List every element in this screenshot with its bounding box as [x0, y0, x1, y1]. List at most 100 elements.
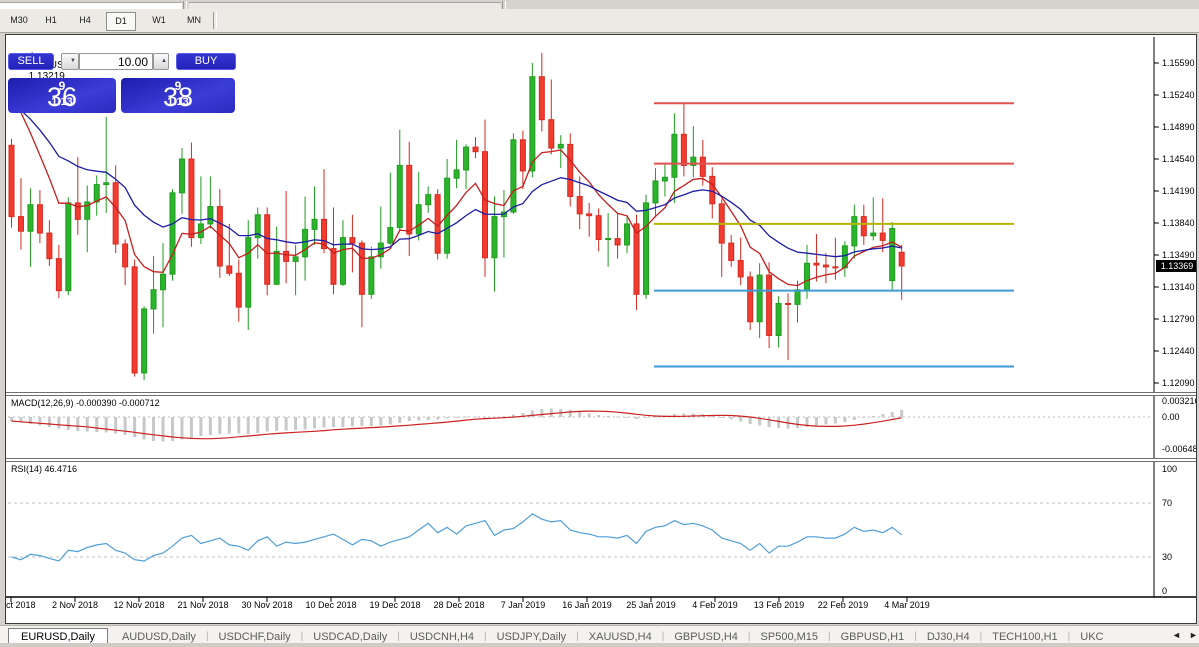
symbol-tab-gbpusd[interactable]: GBPUSD,H4: [664, 631, 748, 643]
symbol-tab-sp500[interactable]: SP500,M15: [751, 631, 828, 643]
toolbar-inset: [0, 2, 182, 9]
candle-down: [226, 265, 233, 274]
candle-up: [557, 143, 564, 149]
macd-histogram-bar: [189, 417, 193, 438]
macd-axis-label: 0.00: [1162, 412, 1180, 422]
macd-axis-label: -0.006485: [1162, 444, 1196, 455]
rsi-axis-label: 100: [1162, 464, 1178, 474]
timeframe-button-h1[interactable]: H1: [40, 12, 62, 29]
macd-histogram-bar: [587, 413, 591, 417]
symbol-tab-ukc[interactable]: UKC: [1070, 631, 1113, 643]
macd-histogram-bar: [85, 417, 89, 432]
candle-up: [652, 180, 659, 204]
buy-price-panel[interactable]: 1.13 38 9: [121, 78, 235, 113]
macd-histogram-bar: [900, 410, 904, 417]
macd-histogram-bar: [322, 417, 326, 428]
macd-histogram-bar: [142, 417, 146, 440]
timeframe-button-mn[interactable]: MN: [182, 12, 206, 29]
symbol-tab-usdcnh[interactable]: USDCNH,H4: [400, 631, 484, 643]
candle-down: [538, 76, 545, 121]
symbol-tab-tech100[interactable]: TECH100,H1: [982, 631, 1067, 643]
candle-up: [803, 262, 810, 291]
candle-down: [122, 243, 129, 268]
macd-histogram-bar: [881, 414, 885, 417]
price-chart[interactable]: [6, 35, 1196, 623]
tabs-scroll-right-icon[interactable]: ►: [1189, 630, 1198, 640]
sell-button[interactable]: SELL: [8, 53, 54, 70]
macd-histogram-bar: [635, 417, 639, 419]
toolbar-separator: [183, 1, 187, 9]
timeframe-button-h4[interactable]: H4: [74, 12, 96, 29]
timeframe-button-m30[interactable]: M30: [4, 12, 34, 29]
candle-up: [889, 227, 896, 282]
symbol-tab-xauusd[interactable]: XAUUSD,H4: [579, 631, 662, 643]
one-click-trading-widget: SELL ▼ ▲ BUY 1.13369 1.13389: [8, 53, 240, 115]
candle-down: [860, 216, 867, 237]
candle-up: [510, 139, 517, 213]
macd-histogram-bar: [275, 417, 279, 431]
macd-histogram-bar: [625, 417, 629, 418]
candle-up: [396, 164, 403, 229]
macd-histogram-bar: [843, 417, 847, 422]
macd-histogram-bar: [417, 417, 421, 421]
candle-down: [264, 214, 271, 285]
macd-histogram-bar: [464, 416, 468, 418]
macd-histogram-bar: [824, 417, 828, 425]
macd-histogram-bar: [303, 417, 307, 430]
macd-label: MACD(12,26,9) -0.000390 -0.000712: [11, 398, 160, 408]
candle-up: [529, 76, 536, 172]
candle-up: [65, 202, 72, 292]
candle-down: [813, 262, 820, 266]
macd-histogram-bar: [114, 417, 118, 434]
candle-up: [150, 289, 157, 310]
macd-histogram-bar: [10, 417, 13, 421]
macd-histogram-bar: [38, 417, 42, 426]
candle-down: [614, 238, 621, 246]
macd-histogram-bar: [369, 417, 373, 426]
timeframe-button-w1[interactable]: W1: [147, 12, 171, 29]
time-axis-label: 4 Mar 2019: [884, 600, 930, 610]
macd-histogram-bar: [796, 417, 800, 428]
candle-up: [311, 218, 318, 230]
symbol-tab-audusd[interactable]: AUDUSD,Daily: [112, 631, 206, 643]
symbol-tab-usdcad[interactable]: USDCAD,Daily: [303, 631, 397, 643]
macd-histogram-bar: [814, 417, 818, 426]
macd-histogram-bar: [483, 417, 487, 418]
candle-up: [794, 289, 801, 305]
macd-histogram-bar: [313, 417, 317, 429]
pane-splitter[interactable]: [6, 392, 1196, 396]
candle-down: [680, 133, 687, 166]
macd-histogram-bar: [474, 416, 478, 418]
candle-down: [576, 195, 583, 215]
sell-price-panel[interactable]: 1.13 36 9: [8, 78, 116, 113]
macd-histogram-bar: [455, 417, 459, 418]
volume-increase-button[interactable]: ▲: [153, 53, 169, 70]
macd-axis-label: 0.003216: [1162, 395, 1197, 406]
candle-up: [642, 202, 649, 295]
symbol-tab-usdchf[interactable]: USDCHF,Daily: [209, 631, 301, 643]
candle-up: [870, 232, 877, 237]
pane-splitter[interactable]: [6, 458, 1196, 462]
symbol-tab-dj30[interactable]: DJ30,H4: [917, 631, 980, 643]
candle-up: [103, 182, 110, 186]
candle-up: [756, 274, 763, 323]
candle-up: [605, 238, 612, 241]
candle-up: [491, 216, 498, 259]
candle-down: [586, 213, 593, 217]
price-axis-label: 1.15590: [1162, 58, 1195, 68]
candle-down: [747, 276, 754, 323]
candle-down: [17, 216, 24, 232]
macd-histogram-bar: [350, 417, 354, 427]
symbol-tab-usdjpy[interactable]: USDJPY,Daily: [487, 631, 577, 643]
buy-button[interactable]: BUY: [176, 53, 236, 70]
candle-up: [141, 308, 148, 374]
macd-histogram-bar: [407, 417, 411, 421]
macd-histogram-bar: [890, 412, 894, 417]
tabs-scroll-left-icon[interactable]: ◄: [1172, 630, 1181, 640]
timeframe-button-d1[interactable]: D1: [106, 12, 136, 31]
volume-decrease-button[interactable]: ▼: [61, 53, 79, 70]
volume-input[interactable]: [79, 53, 153, 70]
macd-histogram-bar: [833, 417, 837, 424]
symbol-tab-gbpusd[interactable]: GBPUSD,H1: [831, 631, 915, 643]
candle-up: [624, 223, 631, 246]
